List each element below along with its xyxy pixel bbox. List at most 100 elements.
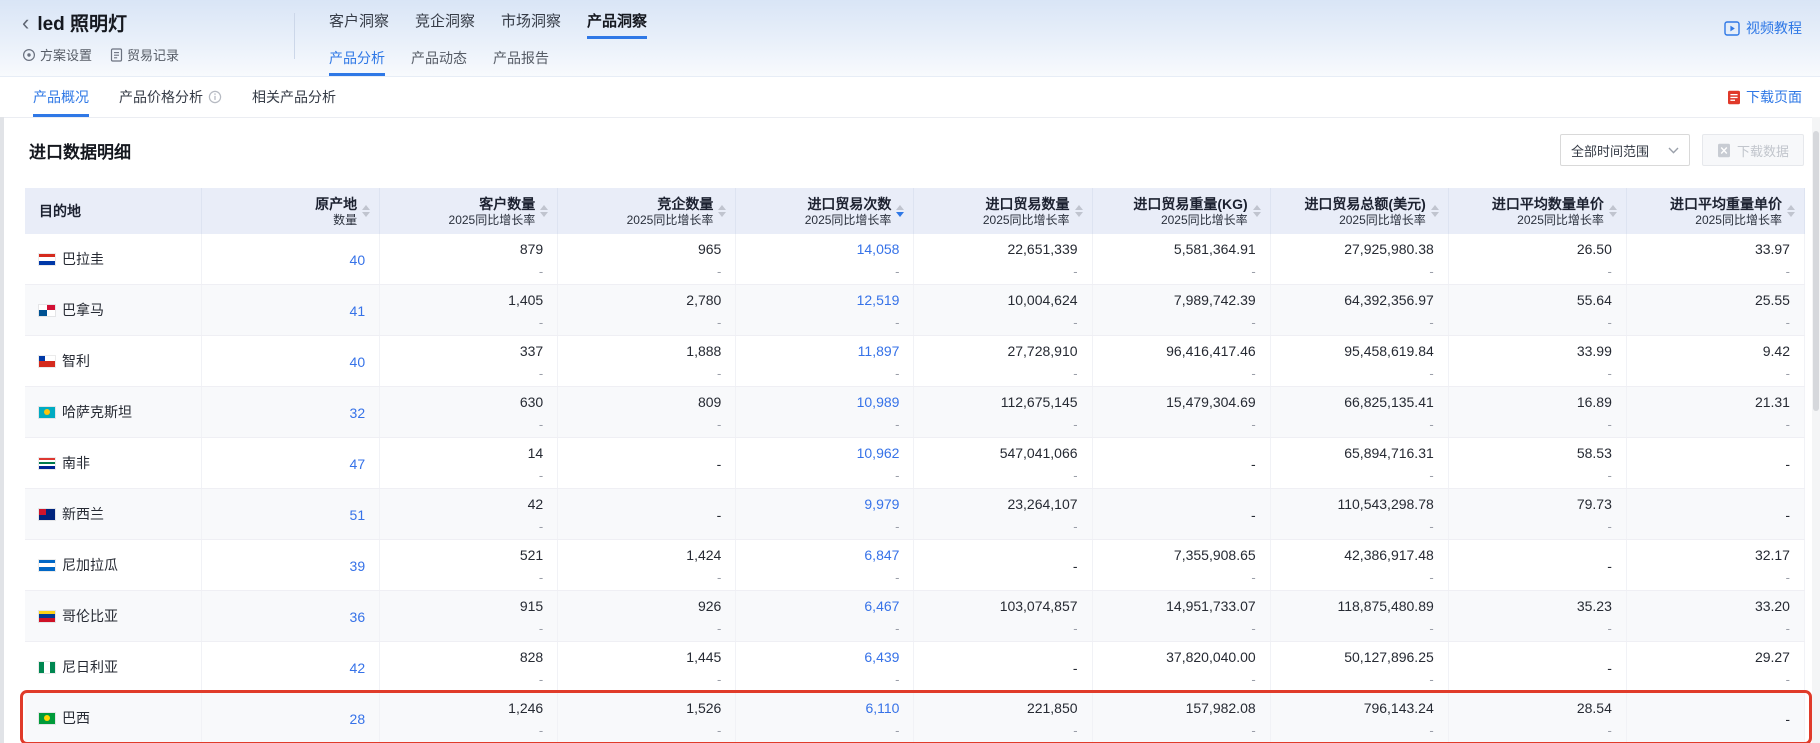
metric-cell: - bbox=[1449, 540, 1627, 590]
analysis-tab-产品概况[interactable]: 产品概况 bbox=[33, 77, 89, 117]
value-link[interactable]: 51 bbox=[350, 506, 366, 524]
table-row-哈萨克斯坦[interactable]: 哈萨克斯坦32630-809-10,989-112,675,145-15,479… bbox=[25, 387, 1805, 438]
download-data-button[interactable]: 下载数据 bbox=[1702, 134, 1804, 166]
table-row-南非[interactable]: 南非4714--10,962-547,041,066--65,894,716.3… bbox=[25, 438, 1805, 489]
value-text: 16.89 bbox=[1577, 393, 1612, 411]
column-header-进口贸易数量[interactable]: 进口贸易数量2025同比增长率 bbox=[914, 188, 1092, 234]
main-tab-客户洞察[interactable]: 客户洞察 bbox=[329, 10, 389, 39]
sort-carets[interactable] bbox=[540, 205, 548, 217]
column-header-进口贸易总额(美元)[interactable]: 进口贸易总额(美元)2025同比增长率 bbox=[1271, 188, 1449, 234]
value-link[interactable]: 39 bbox=[350, 557, 366, 575]
value-link[interactable]: 14,058 bbox=[857, 240, 900, 258]
table-row-新西兰[interactable]: 新西兰5142--9,979-23,264,107--110,543,298.7… bbox=[25, 489, 1805, 540]
sort-carets[interactable] bbox=[718, 205, 726, 217]
column-header-text: 进口平均数量单价2025同比增长率 bbox=[1492, 195, 1604, 228]
value-text: 50,127,896.25 bbox=[1344, 648, 1434, 666]
value-link[interactable]: 6,439 bbox=[864, 648, 899, 666]
sort-carets[interactable] bbox=[896, 205, 904, 217]
main-tab-竞企洞察[interactable]: 竞企洞察 bbox=[415, 10, 475, 39]
table-row-巴拿马[interactable]: 巴拿马411,405-2,780-12,519-10,004,624-7,989… bbox=[25, 285, 1805, 336]
download-page-link[interactable]: 下载页面 bbox=[1727, 87, 1802, 107]
back-icon[interactable]: ‹ bbox=[22, 13, 29, 33]
sort-asc-icon[interactable] bbox=[362, 205, 370, 210]
sort-carets[interactable] bbox=[1075, 205, 1083, 217]
sort-carets[interactable] bbox=[1431, 205, 1439, 217]
value-link[interactable]: 36 bbox=[350, 608, 366, 626]
trade-records-link[interactable]: 贸易记录 bbox=[110, 45, 179, 64]
sort-desc-icon[interactable] bbox=[718, 212, 726, 217]
metric-cell: 221,850- bbox=[914, 693, 1092, 743]
table-row-巴西[interactable]: 巴西281,246-1,526-6,110-221,850-157,982.08… bbox=[25, 693, 1805, 743]
table-row-巴拉圭[interactable]: 巴拉圭40879-965-14,058-22,651,339-5,581,364… bbox=[25, 234, 1805, 285]
sort-desc-icon[interactable] bbox=[1075, 212, 1083, 217]
value-text: 1,246 bbox=[508, 699, 543, 717]
value-link[interactable]: 6,847 bbox=[864, 546, 899, 564]
table-row-尼加拉瓜[interactable]: 尼加拉瓜39521-1,424-6,847--7,355,908.65-42,3… bbox=[25, 540, 1805, 591]
value-link[interactable]: 10,989 bbox=[857, 393, 900, 411]
column-header-进口平均数量单价[interactable]: 进口平均数量单价2025同比增长率 bbox=[1449, 188, 1627, 234]
analysis-tab-相关产品分析[interactable]: 相关产品分析 bbox=[252, 77, 336, 117]
metric-cell: 21.31- bbox=[1627, 387, 1805, 437]
left-scrollbar[interactable] bbox=[0, 117, 4, 743]
sort-asc-icon[interactable] bbox=[1787, 205, 1795, 210]
value-text: - bbox=[1607, 557, 1612, 575]
metric-cell: 828- bbox=[380, 642, 558, 692]
sort-carets[interactable] bbox=[1253, 205, 1261, 217]
table-row-哥伦比亚[interactable]: 哥伦比亚36915-926-6,467-103,074,857-14,951,7… bbox=[25, 591, 1805, 642]
sort-desc-icon[interactable] bbox=[1431, 212, 1439, 217]
sort-desc-icon[interactable] bbox=[362, 212, 370, 217]
value-link[interactable]: 6,467 bbox=[864, 597, 899, 615]
plan-settings-link[interactable]: 方案设置 bbox=[22, 45, 92, 64]
value-link[interactable]: 40 bbox=[350, 251, 366, 269]
sub-tab-产品分析[interactable]: 产品分析 bbox=[329, 48, 385, 76]
main-tab-产品洞察[interactable]: 产品洞察 bbox=[587, 10, 647, 39]
column-subtitle: 2025同比增长率 bbox=[449, 213, 536, 228]
sort-asc-icon[interactable] bbox=[1253, 205, 1261, 210]
sort-desc-icon[interactable] bbox=[896, 212, 904, 217]
sort-desc-icon[interactable] bbox=[1787, 212, 1795, 217]
value-link[interactable]: 41 bbox=[350, 302, 366, 320]
country-name: 巴拿马 bbox=[62, 300, 104, 320]
sort-carets[interactable] bbox=[1609, 205, 1617, 217]
sort-asc-icon[interactable] bbox=[1075, 205, 1083, 210]
sort-asc-icon[interactable] bbox=[540, 205, 548, 210]
sort-asc-icon[interactable] bbox=[1431, 205, 1439, 210]
table-row-智利[interactable]: 智利40337-1,888-11,897-27,728,910-96,416,4… bbox=[25, 336, 1805, 387]
value-link[interactable]: 9,979 bbox=[864, 495, 899, 513]
column-header-客户数量[interactable]: 客户数量2025同比增长率 bbox=[380, 188, 558, 234]
value-link[interactable]: 28 bbox=[350, 710, 366, 728]
value-link[interactable]: 42 bbox=[350, 659, 366, 677]
sort-asc-icon[interactable] bbox=[718, 205, 726, 210]
value-link[interactable]: 11,897 bbox=[858, 342, 900, 360]
sort-desc-icon[interactable] bbox=[540, 212, 548, 217]
sort-carets[interactable] bbox=[1787, 205, 1795, 217]
time-range-select[interactable]: 全部时间范围 bbox=[1560, 134, 1690, 166]
column-header-进口贸易重量(KG)[interactable]: 进口贸易重量(KG)2025同比增长率 bbox=[1093, 188, 1271, 234]
value-link[interactable]: 10,962 bbox=[857, 444, 900, 462]
table-row-尼日利亚[interactable]: 尼日利亚42828-1,445-6,439--37,820,040.00-50,… bbox=[25, 642, 1805, 693]
value-link[interactable]: 47 bbox=[350, 455, 366, 473]
scrollbar-thumb[interactable] bbox=[1813, 131, 1819, 411]
main-tab-市场洞察[interactable]: 市场洞察 bbox=[501, 10, 561, 39]
sort-asc-icon[interactable] bbox=[896, 205, 904, 210]
value-link[interactable]: 40 bbox=[350, 353, 366, 371]
metric-cell: 35.23- bbox=[1449, 591, 1627, 641]
value-text: 55.64 bbox=[1577, 291, 1612, 309]
sort-desc-icon[interactable] bbox=[1253, 212, 1261, 217]
column-header-竞企数量[interactable]: 竞企数量2025同比增长率 bbox=[558, 188, 736, 234]
value-link[interactable]: 32 bbox=[350, 404, 366, 422]
growth-rate-text: - bbox=[1073, 468, 1077, 483]
video-tutorial-link[interactable]: 视频教程 bbox=[1724, 18, 1802, 38]
sort-desc-icon[interactable] bbox=[1609, 212, 1617, 217]
vertical-scrollbar[interactable] bbox=[1812, 117, 1820, 743]
column-header-进口贸易次数[interactable]: 进口贸易次数2025同比增长率 bbox=[736, 188, 914, 234]
analysis-tab-产品价格分析[interactable]: 产品价格分析 bbox=[119, 77, 222, 117]
sort-carets[interactable] bbox=[362, 205, 370, 217]
sort-asc-icon[interactable] bbox=[1609, 205, 1617, 210]
value-link[interactable]: 12,519 bbox=[857, 291, 900, 309]
sub-tab-产品报告[interactable]: 产品报告 bbox=[493, 48, 549, 76]
value-link[interactable]: 6,110 bbox=[865, 699, 899, 717]
sub-tab-产品动态[interactable]: 产品动态 bbox=[411, 48, 467, 76]
column-header-进口平均重量单价[interactable]: 进口平均重量单价2025同比增长率 bbox=[1627, 188, 1805, 234]
column-header-原产地[interactable]: 原产地数量 bbox=[202, 188, 380, 234]
